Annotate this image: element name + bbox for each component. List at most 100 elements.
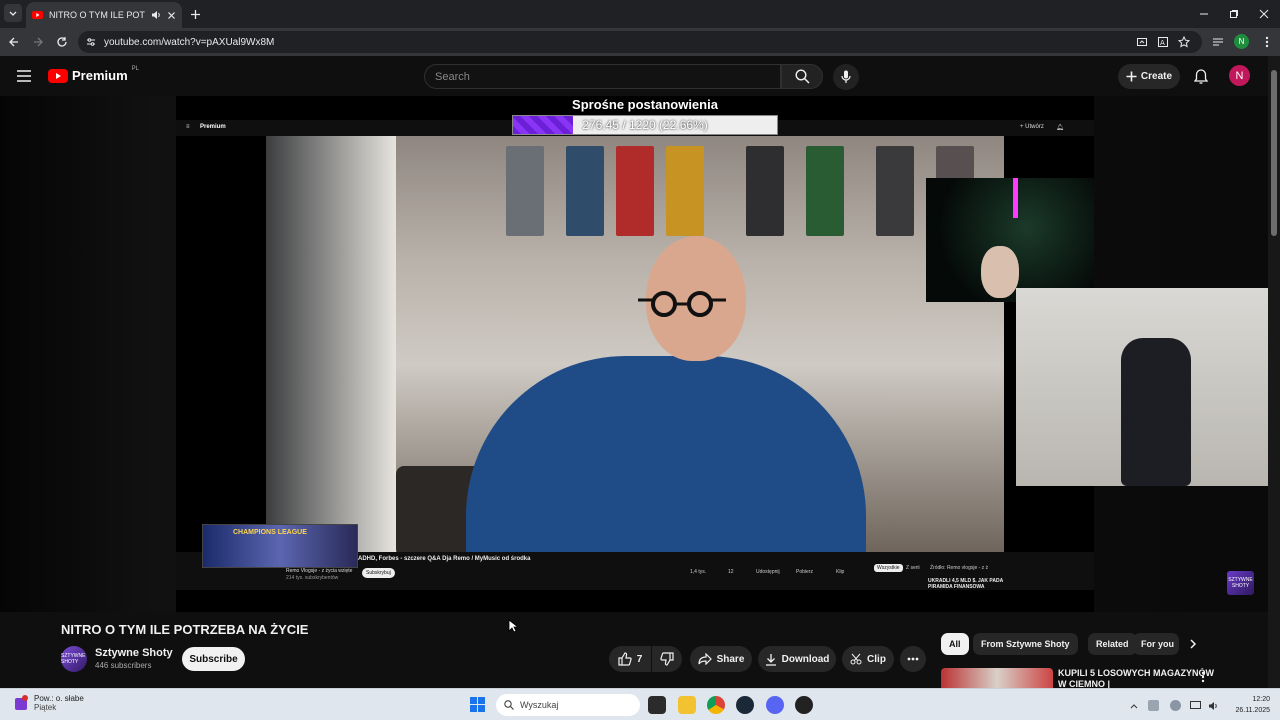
tray-date: 26.11.2025: [1235, 707, 1270, 714]
tab-search-icon[interactable]: [4, 4, 22, 22]
url-text: youtube.com/watch?v=pAXUal9Wx8M: [104, 36, 275, 48]
weather-widget[interactable]: Pow.: o. słabe Piątek: [14, 694, 84, 712]
embedded-sidebar-subtitle: PIRAMIDA FINANSOWA: [928, 584, 985, 590]
voice-search-button[interactable]: [833, 64, 859, 90]
logo-text: Premium: [72, 68, 128, 83]
youtube-header: Premium PL Search Create N: [0, 56, 1280, 96]
translate-icon[interactable]: A: [1155, 34, 1171, 50]
scissors-icon: [850, 653, 862, 665]
embedded-share: Udostępnij: [756, 569, 780, 575]
back-icon[interactable]: [6, 34, 22, 50]
scene-window-wall: [266, 136, 396, 552]
obs-icon[interactable]: [795, 696, 813, 714]
browser-tab-strip: NITRO O TYM ILE POTRZEBA: [0, 0, 1280, 28]
plus-icon: [1126, 71, 1137, 82]
more-horizontal-icon: [907, 657, 919, 661]
like-count: 7: [636, 653, 643, 665]
goal-progress-bar: 276.45 / 1220 (22.66%): [512, 115, 778, 135]
task-view-icon[interactable]: [648, 696, 666, 714]
poster-decor: [666, 146, 704, 236]
browser-profile-avatar[interactable]: N: [1234, 34, 1249, 49]
hamburger-menu-icon[interactable]: [16, 69, 32, 83]
browser-tab[interactable]: NITRO O TYM ILE POTRZEBA: [26, 2, 182, 28]
new-tab-icon[interactable]: [186, 5, 204, 23]
windows-taskbar: Pow.: o. słabe Piątek Wyszukaj 12:20 26.…: [0, 688, 1280, 720]
site-info-icon[interactable]: [86, 37, 96, 47]
recommended-more-icon[interactable]: [1198, 670, 1208, 684]
dislike-button[interactable]: [652, 646, 682, 672]
cast-icon[interactable]: [1134, 34, 1150, 50]
notifications-bell-icon[interactable]: [1192, 68, 1210, 86]
goal-progress-text: 276.45 / 1220 (22.66%): [582, 118, 708, 132]
tray-chevron-up-icon[interactable]: [1128, 700, 1139, 711]
account-avatar[interactable]: N: [1229, 65, 1250, 86]
reload-icon[interactable]: [54, 34, 70, 50]
search-icon: [794, 69, 810, 84]
chip-all[interactable]: All: [941, 633, 969, 655]
restore-window-icon[interactable]: [1226, 6, 1242, 22]
embedded-like-count: 1,4 tys.: [690, 569, 707, 575]
more-actions-button[interactable]: [900, 646, 926, 672]
channel-watermark[interactable]: SZTYWNE SHOTY: [1227, 571, 1254, 595]
tray-onedrive-icon[interactable]: [1148, 700, 1159, 711]
address-bar[interactable]: youtube.com/watch?v=pAXUal9Wx8M: [78, 31, 1202, 53]
gaming-chair: [1121, 338, 1191, 486]
chip-from-channel[interactable]: From Sztywne Shoty: [973, 633, 1078, 655]
chip-related[interactable]: Related: [1088, 633, 1137, 655]
channel-name[interactable]: Sztywne Shoty: [95, 647, 173, 659]
weather-line-1: Pow.: o. słabe: [34, 694, 84, 703]
browser-toolbar: youtube.com/watch?v=pAXUal9Wx8M A N: [0, 28, 1280, 56]
clip-label: Clip: [867, 653, 886, 665]
webcam-streamer-face: [981, 246, 1019, 298]
scrollbar-thumb[interactable]: [1271, 70, 1277, 236]
embedded-chip-all: Wszystkie: [874, 564, 903, 572]
share-arrow-icon: [697, 653, 712, 665]
tray-volume-icon[interactable]: [1208, 700, 1219, 711]
steam-icon[interactable]: [736, 696, 754, 714]
embedded-logo-text: Premium: [200, 124, 226, 130]
tray-app-icon[interactable]: [1170, 700, 1181, 711]
file-explorer-icon[interactable]: [678, 696, 696, 714]
weather-alert-icon: [14, 694, 28, 712]
forward-icon[interactable]: [30, 34, 46, 50]
tray-network-icon[interactable]: [1190, 700, 1201, 711]
search-button[interactable]: [781, 64, 823, 89]
share-label: Share: [716, 653, 745, 665]
taskbar-search[interactable]: Wyszukaj: [496, 694, 640, 716]
discord-icon[interactable]: [766, 696, 784, 714]
create-button[interactable]: Create: [1118, 64, 1180, 89]
windows-start-icon[interactable]: [470, 697, 485, 712]
clip-button[interactable]: Clip: [842, 646, 894, 672]
download-icon: [765, 653, 777, 666]
channel-avatar[interactable]: SZTYWNE SHOTY: [61, 646, 87, 672]
chevron-right-icon[interactable]: [1187, 638, 1199, 650]
close-tab-icon[interactable]: [167, 11, 176, 20]
download-label: Download: [781, 653, 830, 665]
browser-menu-icon[interactable]: [1259, 34, 1275, 50]
minimize-window-icon[interactable]: [1196, 6, 1212, 22]
weather-line-2: Piątek: [34, 703, 57, 712]
reading-list-icon[interactable]: [1210, 34, 1226, 50]
close-window-icon[interactable]: [1256, 6, 1272, 22]
scene-glasses: [638, 291, 726, 317]
microphone-icon: [841, 70, 851, 84]
chip-for-you[interactable]: For you: [1133, 633, 1179, 655]
tray-clock[interactable]: 12:20 26.11.2025: [1226, 694, 1270, 716]
recommended-title[interactable]: KUPILI 5 LOSOWYCH MAGAZYNÓW W CIEMNO |: [1058, 668, 1218, 688]
recommended-thumbnail[interactable]: [941, 668, 1053, 688]
youtube-premium-logo[interactable]: Premium PL: [48, 66, 139, 83]
like-button[interactable]: 7: [609, 646, 651, 672]
youtube-favicon-icon: [32, 11, 43, 19]
svg-text:A: A: [1160, 39, 1165, 47]
download-button[interactable]: Download: [758, 646, 836, 672]
share-button[interactable]: Share: [690, 646, 752, 672]
speaker-icon[interactable]: [151, 10, 161, 20]
search-input[interactable]: Search: [424, 64, 781, 89]
subscribe-button[interactable]: Subscribe: [182, 647, 245, 671]
embedded-subscribers: 214 tys. subskrybentów: [286, 575, 339, 581]
bookmark-star-icon[interactable]: [1176, 34, 1192, 50]
chrome-icon[interactable]: [707, 696, 725, 714]
page-scrollbar[interactable]: [1268, 56, 1280, 688]
poster-decor: [566, 146, 604, 236]
embedded-create-label: + Utwórz: [1020, 124, 1044, 130]
